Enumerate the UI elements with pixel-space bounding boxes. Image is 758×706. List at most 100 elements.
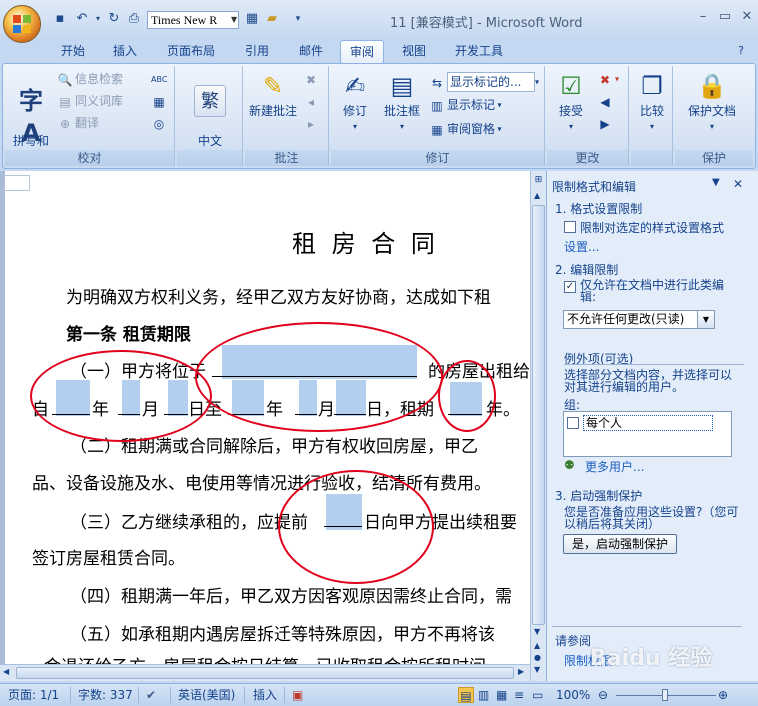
translate-tooltip-button[interactable]: ◎ [151,114,169,132]
track-changes-button[interactable]: ✍ 修订 ▾ [335,70,375,134]
research-button[interactable]: 🔍 信息检索 [57,70,124,88]
thesaurus-button[interactable]: ▤ 同义词库 [57,92,123,110]
everyone-checkbox[interactable] [567,417,579,429]
window-title: 11 [兼容模式] - Microsoft Word [390,16,583,31]
horizontal-scrollbar[interactable]: ◀ ▶ [0,664,530,681]
delete-comment-button[interactable]: ✖ [303,70,321,88]
research-icon: 🔍 [57,72,73,87]
zoom-level[interactable]: 100% [556,687,590,703]
abc-icon: ABC [151,74,168,84]
font-dropdown-icon[interactable]: ▼ [231,11,241,29]
translate-button[interactable]: ⊕ 翻译 [57,114,99,132]
previous-change-button[interactable]: ◀ [597,92,615,110]
font-name-input[interactable]: Times New R [147,11,239,29]
editing-type-dropdown-icon[interactable]: ▼ [697,311,714,328]
reviewing-pane-button[interactable]: ▦ 审阅窗格 ▾ [429,120,501,138]
reject-icon: ✖ [599,72,611,87]
web-layout-icon[interactable]: ▦ [496,687,507,703]
allow-editing-checkbox[interactable]: ✓ [564,281,576,293]
tracking-group-label: 修订 [331,150,544,166]
print-preview-icon[interactable]: ⎙ [126,11,142,27]
show-markup-button[interactable]: ▥ 显示标记 ▾ [429,96,501,114]
full-screen-reading-icon[interactable]: ▥ [478,687,489,703]
users-icon: ⚉ [564,458,575,472]
zoom-slider-thumb[interactable] [662,689,668,701]
display-for-review-dropdown[interactable]: ⇆ 显示标记的... ▾ [429,72,539,92]
undo-icon[interactable]: ↶ [74,11,90,27]
word-count-button[interactable]: ABC [151,70,169,88]
changes-group-label: 更改 [547,150,628,166]
next-page-icon[interactable]: ▼ [534,665,540,674]
page-count[interactable]: 页面: 1/1 [8,687,59,703]
limit-formatting-checkbox[interactable] [564,221,576,233]
track-changes-icon: ✍ [344,72,366,100]
editing-type-select[interactable]: 不允许任何更改(只读) [563,310,715,329]
tab-home[interactable]: 开始 [52,40,94,64]
group-everyone-item[interactable]: 每个人 [583,415,713,431]
print-layout-icon[interactable]: ▤ [458,687,474,703]
ruler-toggle-icon[interactable]: ⊞ [533,175,544,187]
close-icon[interactable]: ✕ [738,8,756,26]
compare-button[interactable]: ❐ 比较 ▾ [633,70,671,134]
next-comment-button[interactable]: ▸ [303,114,321,132]
new-comment-button[interactable]: ✎ 新建批注 [245,70,301,119]
office-logo-icon [13,15,31,33]
ruler-corner [4,175,30,191]
tab-view[interactable]: 视图 [392,40,436,64]
set-language-button[interactable]: ▦ [151,92,169,110]
help-icon[interactable]: ? [732,40,750,64]
lock-icon: 🔒 [697,72,727,100]
article-heading: 第一条 租赁期限 [66,325,191,345]
outline-view-icon[interactable]: ≡ [514,687,524,703]
balloons-button[interactable]: ▤ 批注框 ▾ [379,70,425,134]
draft-view-icon[interactable]: ▭ [532,687,543,703]
horizontal-scroll-thumb[interactable] [16,667,514,679]
zoom-in-icon[interactable]: ⊕ [718,687,728,703]
scroll-left-icon[interactable]: ◀ [3,667,9,676]
zoom-out-icon[interactable]: ⊖ [598,687,608,703]
accept-button[interactable]: ☑ 接受 ▾ [549,70,593,134]
open-folder-icon[interactable]: ▰ [264,11,280,27]
previous-comment-button[interactable]: ◂ [303,92,321,110]
scroll-down-icon[interactable]: ▼ [534,627,540,636]
spelling-icon: 字A [19,87,43,147]
scroll-up-icon[interactable]: ▲ [534,191,540,200]
start-enforcing-protection-button[interactable]: 是，启动强制保护 [563,534,677,554]
language-status[interactable]: 英语(美国) [178,687,235,703]
formatting-settings-link[interactable]: 设置... [564,238,599,255]
office-button[interactable] [3,5,41,43]
vertical-scroll-thumb[interactable] [532,205,545,625]
insert-mode-status[interactable]: 插入 [253,687,277,703]
next-change-button[interactable]: ▶ [597,114,615,132]
pane-menu-icon[interactable]: ▼ [712,177,720,188]
customize-toolbar-icon[interactable]: ▾ [290,11,306,27]
macro-record-icon[interactable]: ▣ [292,687,303,703]
more-users-link[interactable]: 更多用户... [585,458,644,475]
tab-insert[interactable]: 插入 [104,40,146,64]
protect-document-button[interactable]: 🔒 保护文档 ▾ [679,70,745,134]
tab-developer[interactable]: 开发工具 [446,40,512,64]
see-also-heading: 请参阅 [555,634,592,648]
tab-review[interactable]: 审阅 [340,40,384,64]
vertical-scrollbar[interactable]: ⊞ ▲ ▼ ▲ ● ▼ [530,171,546,681]
redo-icon[interactable]: ↻ [106,11,122,27]
tab-references[interactable]: 引用 [236,40,278,64]
tab-page-layout[interactable]: 页面布局 [158,40,224,64]
save-icon[interactable]: ▪ [52,11,68,27]
word-count[interactable]: 字数: 337 [78,687,133,703]
undo-dropdown-icon[interactable]: ▾ [90,11,106,27]
previous-comment-icon: ◂ [307,94,315,109]
format-icon[interactable]: ▦ [244,11,260,27]
protect-group-label: 保护 [675,150,753,166]
restore-icon[interactable]: ▭ [716,8,734,26]
minimize-icon[interactable]: – [694,8,712,26]
protect-group: 🔒 保护文档 ▾ 保护 [675,66,753,166]
reject-button[interactable]: ✖ ▾ [597,70,619,88]
proofing-status-icon[interactable]: ✔ [146,687,156,703]
previous-page-icon[interactable]: ▲ [534,641,540,650]
tab-mailings[interactable]: 邮件 [290,40,332,64]
scroll-right-icon[interactable]: ▶ [518,667,524,676]
pane-close-icon[interactable]: ✕ [733,177,743,191]
editing-restrictions-heading: 2. 编辑限制 [555,263,619,277]
select-browse-object-icon[interactable]: ● [534,653,541,662]
